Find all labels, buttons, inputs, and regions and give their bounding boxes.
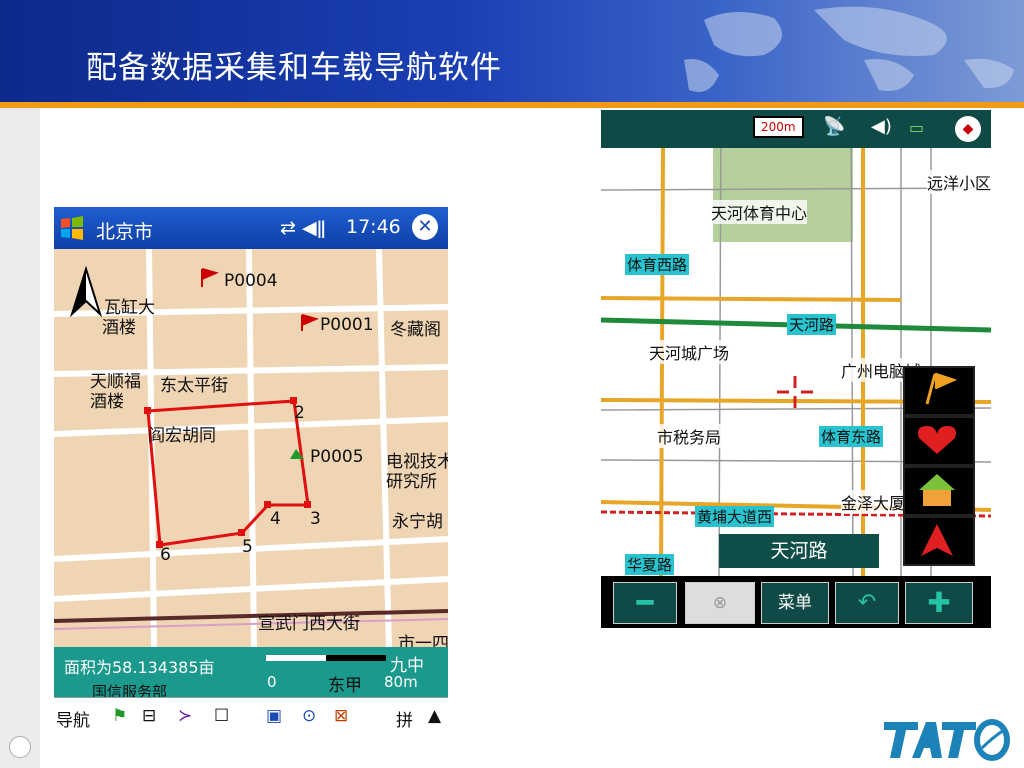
delete-icon[interactable]: ⊠ xyxy=(334,706,348,726)
map-label-jiulou1: 酒楼 xyxy=(102,318,136,338)
tato-logo xyxy=(884,719,1010,761)
input-method-button[interactable]: 拼 xyxy=(396,706,413,731)
map-label-jiulou2: 酒楼 xyxy=(90,392,124,412)
menu-button[interactable]: 菜单 xyxy=(761,582,829,624)
map-label-p0001: P0001 xyxy=(320,315,374,335)
nav-tool-button[interactable]: 导航 xyxy=(56,706,90,731)
navigate-button[interactable] xyxy=(903,516,975,566)
nav-road-tianhelu: 天河路 xyxy=(787,314,837,335)
gps-signal-icon: 📡 xyxy=(823,116,846,137)
vertex-label-5: 5 xyxy=(242,537,253,557)
back-button[interactable]: ↶ xyxy=(835,582,899,624)
map-label-dongcheng: 冬藏阁 xyxy=(390,320,441,340)
battery-icon: ▭ xyxy=(909,118,925,137)
flag-button[interactable] xyxy=(903,366,975,416)
windows-start-icon[interactable] xyxy=(58,215,86,241)
close-button[interactable]: ✕ xyxy=(412,214,438,240)
zoom-out-button[interactable]: ━ xyxy=(613,582,677,624)
pda-title-bar: 北京市 ⇄ ◀ǁ 17:46 ✕ xyxy=(54,207,448,249)
zoom-in-button[interactable]: ✚ xyxy=(905,582,973,624)
nav-road-huangpu: 黄埔大道西 xyxy=(695,506,775,527)
compass-icon[interactable]: ◆ xyxy=(955,116,981,142)
map-label-p0005: P0005 xyxy=(310,447,364,467)
corner-dot xyxy=(9,736,31,758)
map-label-yongning: 永宁胡 xyxy=(392,512,443,532)
header-accent-line xyxy=(0,102,1024,108)
favorite-button[interactable] xyxy=(903,416,975,466)
area-text: 面积为58.134385亩 xyxy=(64,658,215,677)
speed-gauge-icon: ⊗ xyxy=(685,582,755,624)
nav-label-shishuiwuju: 市税务局 xyxy=(657,424,722,448)
nav-label-tianhecheng: 天河城广场 xyxy=(649,340,730,364)
volume-icon[interactable]: ◀) xyxy=(871,116,892,137)
map-label-hutong: 阎宏胡同 xyxy=(148,426,216,446)
pda-clock: 17:46 xyxy=(346,216,401,238)
current-road-box: 天河路 xyxy=(719,534,879,568)
home-button[interactable] xyxy=(903,466,975,516)
nav-road-huaxialu: 华夏路 xyxy=(625,554,675,575)
scale-zero: 0 xyxy=(267,673,277,691)
vertex-label-3: 3 xyxy=(310,509,321,529)
pda-app-title: 北京市 xyxy=(96,221,154,243)
save-icon[interactable]: ▣ xyxy=(266,706,282,726)
left-strip xyxy=(0,108,40,768)
flag-tool-icon[interactable]: ⚑ xyxy=(112,706,127,726)
map-label-tv2: 研究所 xyxy=(386,472,437,492)
vertex-label-4: 4 xyxy=(270,509,281,529)
pda-toolbar: 导航 ⚑ ⊟ ≻ ☐ ▣ ⊙ ⊠ 拼 ▲ xyxy=(54,697,448,738)
map-label-dongtaiping: 东太平街 xyxy=(160,376,228,396)
measure-tool-icon[interactable]: ⊟ xyxy=(142,706,156,726)
scale-indicator: 200m xyxy=(753,116,804,138)
car-navigation-screenshot: 200m 📡 ◀) ▭ ◆ 天河体育中心 远洋小区 体育西路 天河路 天河城广场… xyxy=(601,110,991,628)
pda-screenshot: 北京市 ⇄ ◀ǁ 17:46 ✕ P0004 P0001 冬藏阁 瓦缸大 酒楼 … xyxy=(54,207,448,738)
map-label-dongjia: 东甲 xyxy=(328,676,362,696)
vertex-label-2: 2 xyxy=(294,403,305,423)
connectivity-volume-icons[interactable]: ⇄ ◀ǁ xyxy=(280,217,326,239)
world-map-decoration xyxy=(684,6,1014,93)
nav-label-jinze: 金泽大厦 xyxy=(841,490,906,514)
binoculars-icon[interactable]: ⊙ xyxy=(302,706,316,726)
nav-road-tiyuxilu: 体育西路 xyxy=(625,254,690,275)
map-label-p0004: P0004 xyxy=(224,271,278,291)
scroll-up-icon[interactable]: ▲ xyxy=(428,706,441,726)
slide-title: 配备数据采集和车载导航软件 xyxy=(86,50,502,86)
vertex-label-6: 6 xyxy=(160,545,171,565)
map-label-jiuzhong: 九中 xyxy=(390,656,424,676)
area-tool-icon[interactable]: ☐ xyxy=(214,706,229,726)
nav-label-tiyuzhongxin: 天河体育中心 xyxy=(711,200,808,224)
nav-status-bar: 200m 📡 ◀) ▭ ◆ xyxy=(601,110,991,148)
nav-road-tiyudonglu: 体育东路 xyxy=(819,426,884,447)
nav-label-yuanyang: 远洋小区 xyxy=(927,170,991,194)
map-label-xuanwu: 宣武门西大街 xyxy=(258,614,360,634)
polyline-tool-icon[interactable]: ≻ xyxy=(178,706,192,726)
